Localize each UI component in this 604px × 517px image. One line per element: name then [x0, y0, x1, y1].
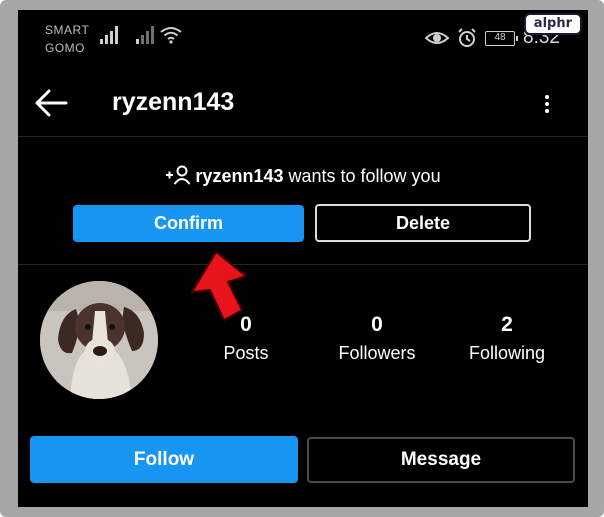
- dog-photo: [40, 281, 158, 399]
- carrier-line-1: SMART: [45, 23, 90, 37]
- follow-button[interactable]: Follow: [30, 436, 298, 483]
- requester-username[interactable]: ryzenn143: [195, 166, 283, 186]
- status-bar: SMART GOMO 48 8:32: [18, 10, 588, 70]
- carrier-line-2: GOMO: [45, 41, 85, 55]
- posts-label: Posts: [223, 343, 269, 363]
- red-pointer-arrow: [191, 251, 247, 321]
- stat-followers[interactable]: 0 Followers: [322, 311, 432, 367]
- avatar[interactable]: [40, 281, 158, 399]
- page-title: ryzenn143: [112, 88, 235, 116]
- device-frame: SMART GOMO 48 8:32 alphr ryzenn143 ryzen…: [0, 0, 604, 517]
- alarm-icon: [458, 28, 476, 47]
- more-vertical-icon[interactable]: [535, 86, 559, 120]
- message-button[interactable]: Message: [307, 437, 575, 483]
- profile-header: ryzenn143: [18, 74, 588, 136]
- eye-icon: [425, 32, 450, 44]
- carrier-label: SMART GOMO: [45, 21, 89, 57]
- confirm-button[interactable]: Confirm: [73, 205, 304, 242]
- following-label: Following: [468, 343, 546, 363]
- request-message: wants to follow you: [288, 166, 441, 186]
- add-user-icon: [166, 165, 191, 185]
- signal-icon: [100, 26, 120, 44]
- follow-request-text: ryzenn143 wants to follow you: [18, 164, 588, 188]
- alphr-watermark: alphr: [523, 13, 582, 35]
- following-count: 2: [501, 313, 513, 336]
- divider: [18, 264, 588, 265]
- followers-label: Followers: [338, 343, 416, 363]
- followers-count: 0: [371, 313, 383, 336]
- signal-icon: [136, 26, 156, 44]
- battery-icon: 48: [485, 30, 519, 46]
- divider: [18, 136, 588, 137]
- phone-screen: SMART GOMO 48 8:32 alphr ryzenn143 ryzen…: [18, 10, 588, 507]
- delete-button[interactable]: Delete: [315, 204, 531, 242]
- stat-following[interactable]: 2 Following: [452, 311, 562, 367]
- back-arrow-icon[interactable]: [33, 86, 69, 120]
- wifi-icon: [160, 27, 182, 44]
